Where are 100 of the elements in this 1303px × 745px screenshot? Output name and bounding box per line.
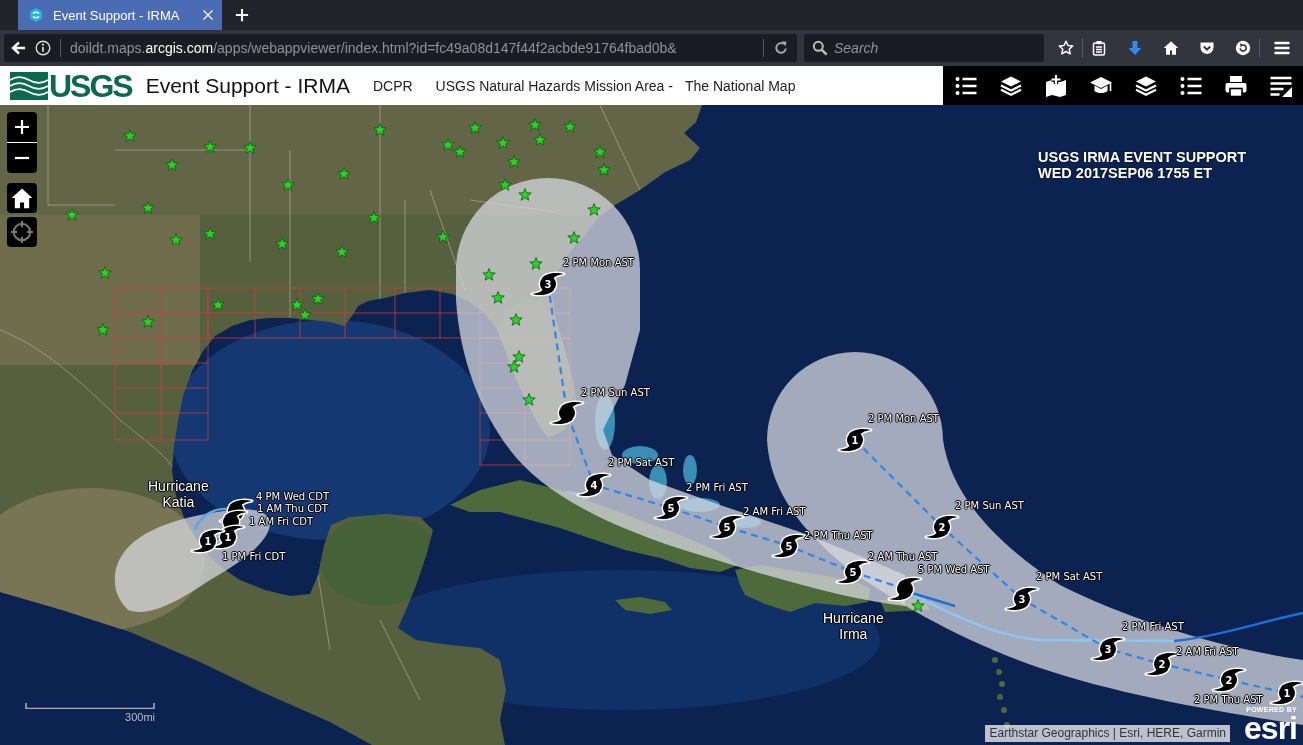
star-icon <box>141 201 155 214</box>
forecast-time-label: 5 PM Wed AST <box>918 564 990 576</box>
forecast-time-label: 2 PM Sat AST <box>608 457 675 469</box>
star-icon[interactable] <box>1058 40 1074 56</box>
forecast-time-label: 2 PM Fri AST <box>1122 621 1184 633</box>
forecast-time-label: 4 PM Wed CDT <box>256 491 330 503</box>
star-icon <box>337 167 351 180</box>
home-icon <box>11 187 33 209</box>
download-arrow-icon[interactable] <box>1127 40 1143 56</box>
forecast-time-label: 2 PM Mon AST <box>868 413 939 425</box>
reload-icon[interactable] <box>773 40 789 56</box>
map-overlay-title: USGS IRMA EVENT SUPPORT <box>1038 149 1247 165</box>
map-plus-icon[interactable] <box>1043 73 1068 98</box>
menu-icon[interactable] <box>1274 40 1290 56</box>
star-icon <box>587 203 601 216</box>
island <box>997 694 1003 700</box>
shield-chevron-icon[interactable] <box>1199 40 1215 56</box>
star-icon <box>373 123 387 136</box>
star-icon <box>528 118 542 131</box>
star-icon <box>496 136 510 149</box>
header-link[interactable]: DCPR <box>372 77 413 94</box>
map-overlay-title: WED 2017SEP06 1755 ET <box>1038 165 1214 181</box>
star-icon <box>311 292 325 305</box>
hurricane-marker: 5 <box>835 559 871 585</box>
star-icon <box>203 140 217 153</box>
clipboard-list-icon[interactable] <box>1091 40 1107 56</box>
star-icon <box>98 266 112 279</box>
star-icon <box>529 257 543 270</box>
search-field[interactable]: Search <box>804 34 1044 62</box>
hurricane-marker: 3 <box>530 271 566 297</box>
star-icon <box>441 138 455 151</box>
search-icon <box>812 40 828 56</box>
star-icon <box>482 268 496 281</box>
plus-icon <box>14 119 30 135</box>
island <box>1001 707 1007 713</box>
star-icon <box>243 141 257 154</box>
forecast-time-label: 2 PM Sat AST <box>1036 571 1103 583</box>
star-icon <box>123 129 137 142</box>
info-icon[interactable] <box>35 40 51 56</box>
hurricane-marker: 5 <box>653 495 689 521</box>
star-icon <box>533 133 547 146</box>
close-icon[interactable] <box>202 9 214 21</box>
printer-icon[interactable] <box>1223 73 1248 98</box>
app-title: Event Support - IRMA <box>145 73 350 98</box>
scale-label: 300mi <box>125 711 155 724</box>
star-icon <box>593 145 607 158</box>
star-icon <box>203 227 217 240</box>
attribution-text: Earthstar Geographics | Esri, HERE, Garmin <box>985 725 1230 742</box>
star-icon <box>507 155 521 168</box>
hurricane-marker: 3 <box>1004 586 1040 612</box>
home-icon[interactable] <box>1163 40 1179 56</box>
home-button[interactable] <box>7 183 37 213</box>
star-icon <box>597 163 611 176</box>
forecast-time-label: 2 PM Fri AST <box>686 482 748 494</box>
hurricane-icon <box>887 576 923 602</box>
shallow-water-patch <box>683 455 697 485</box>
crosshair-icon <box>11 221 33 243</box>
star-icon <box>165 158 179 171</box>
header-link[interactable]: The National Map <box>684 77 796 94</box>
star-icon <box>290 298 304 311</box>
waves-icon <box>10 71 48 100</box>
star-icon <box>563 120 577 133</box>
forecast-time-label: 1 AM Thu CDT <box>257 503 328 515</box>
address-bar[interactable]: doildt.maps.arcgis.com/apps/webappviewer/index.html?id=fc49a08d147f44f2acbde91764fbad0b& <box>4 34 797 62</box>
hexagon-icon <box>28 7 44 23</box>
star-icon <box>453 145 467 158</box>
back-arrow-icon[interactable] <box>10 40 26 56</box>
hurricane-marker: 2 <box>1211 667 1247 693</box>
zoom-out-button[interactable] <box>7 143 37 173</box>
forecast-time-label: 2 PM Thu AST <box>1194 694 1263 706</box>
star-icon <box>281 178 295 191</box>
hurricane-marker: 4 <box>576 472 612 498</box>
storm-name-label: Hurricane Irma <box>823 610 884 642</box>
header-link[interactable]: USGS Natural Hazards Mission Area - <box>435 77 673 94</box>
star-icon <box>211 298 225 311</box>
star-icon <box>509 313 523 326</box>
star-icon <box>507 360 521 373</box>
star-icon <box>298 308 312 321</box>
island <box>615 597 672 614</box>
forecast-time-label: 2 PM Mon AST <box>563 257 634 269</box>
forecast-time-label: 2 AM Thu AST <box>868 551 938 563</box>
star-icon <box>367 211 381 224</box>
star-icon <box>567 231 581 244</box>
star-icon <box>335 245 349 258</box>
browser-tab[interactable]: Event Support - IRMA <box>18 0 222 30</box>
star-icon <box>96 323 110 336</box>
hurricane-marker: 1 <box>1269 680 1303 706</box>
logo-wordmark: esri <box>1244 714 1297 742</box>
star-icon <box>468 121 482 134</box>
storm-name-label: Hurricane Katia <box>148 478 209 510</box>
hurricane-marker: 2 <box>924 514 960 540</box>
url-text: doildt.maps.arcgis.com/apps/webappviewer/index.html?id=fc49a08d147f44f2acbde91764fbad0b& <box>70 40 678 56</box>
locate-button[interactable] <box>7 217 37 247</box>
star-icon <box>512 350 526 363</box>
star-icon <box>518 188 532 201</box>
star-icon <box>911 599 925 612</box>
zoom-in-button[interactable] <box>7 112 37 142</box>
star-icon <box>498 178 512 191</box>
plus-icon[interactable] <box>235 8 249 22</box>
star-icon <box>65 208 79 221</box>
